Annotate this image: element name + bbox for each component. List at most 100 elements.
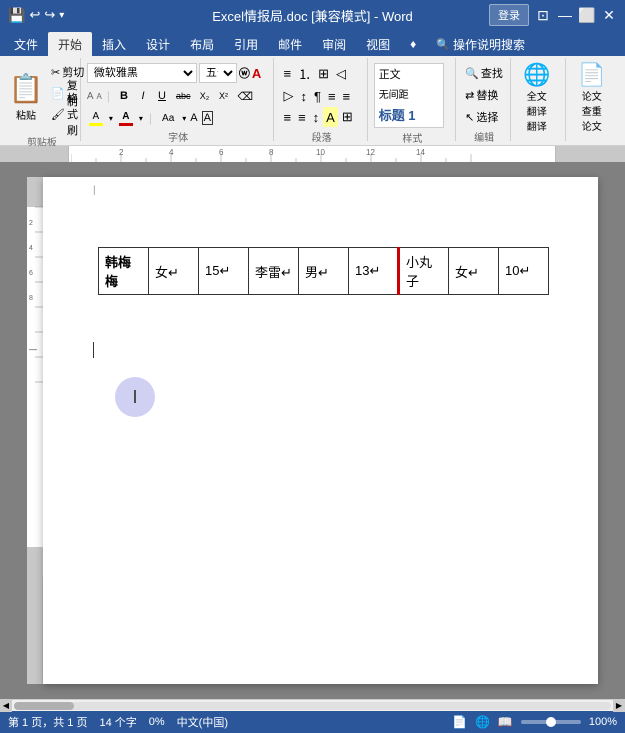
styles-group: 正文 无间距 标题 1 样式 — [370, 58, 456, 141]
aa-dropdown[interactable]: ▾ — [182, 114, 186, 123]
login-button[interactable]: 登录 — [489, 4, 529, 26]
language-indicator: 中文(中国) — [177, 714, 228, 730]
tab-mailings[interactable]: 邮件 — [268, 32, 312, 56]
ruler-left-margin — [0, 146, 69, 162]
aa-button[interactable]: Aa — [158, 109, 178, 127]
tab-help-search[interactable]: 🔍 操作说明搜索 — [426, 32, 535, 56]
highlight-color-button[interactable]: A — [87, 110, 105, 127]
justify-button[interactable]: ≡ — [295, 107, 309, 127]
view-read-icon[interactable]: 📖 — [498, 715, 513, 729]
table-cell-gender1[interactable]: 女↵ — [149, 248, 199, 295]
strikethrough-button[interactable]: abc — [172, 87, 195, 105]
undo-icon[interactable]: ↩ — [29, 7, 40, 23]
clear-format-button[interactable]: ⌫ — [234, 87, 258, 105]
close-button[interactable]: ✕ — [601, 7, 617, 23]
font-size-select[interactable]: 五号 — [199, 63, 237, 83]
tab-references[interactable]: 引用 — [224, 32, 268, 56]
qa-dropdown-icon[interactable]: ▾ — [59, 10, 64, 21]
align-left-button[interactable]: ≡ — [325, 86, 339, 106]
select-button[interactable]: ↖ 选择 — [462, 107, 506, 127]
table-cell-gender2[interactable]: 男↵ — [299, 248, 349, 295]
scroll-track[interactable] — [14, 702, 611, 710]
expand-icon[interactable]: ⊡ — [535, 7, 551, 23]
horizontal-scrollbar[interactable]: ◀ ▶ — [0, 699, 625, 711]
view-web-icon[interactable]: 🌐 — [475, 715, 490, 729]
font-color-dropdown[interactable]: ▾ — [139, 114, 143, 123]
font-color-icon: A — [122, 111, 129, 122]
zoom-thumb — [546, 717, 556, 727]
decrease-indent-button[interactable]: ◁ — [333, 62, 349, 85]
svg-text:14: 14 — [416, 148, 425, 157]
find-button[interactable]: 🔍 查找 — [462, 63, 506, 83]
view-print-icon[interactable]: 📄 — [452, 715, 467, 729]
italic-button[interactable]: I — [134, 87, 152, 105]
font-group: 微软雅黑 五号 ⓦ A A A | B I U abc X₂ X² ⌫ — [83, 58, 275, 141]
style-h1[interactable]: 标题 1 — [375, 103, 443, 126]
tab-view[interactable]: 视图 — [356, 32, 400, 56]
table-cell-name2[interactable]: 李雷↵ — [249, 248, 299, 295]
highlight-dropdown[interactable]: ▾ — [109, 114, 113, 123]
paste-button[interactable]: 📋 粘贴 — [8, 62, 44, 132]
align-right-button[interactable]: ≡ — [280, 107, 294, 127]
scroll-right-button[interactable]: ▶ — [613, 700, 625, 712]
table-cell-name1[interactable]: 韩梅梅 — [99, 248, 149, 295]
tab-file[interactable]: 文件 — [4, 32, 48, 56]
paste-icon: 📋 — [9, 72, 44, 105]
styles-gallery[interactable]: 正文 无间距 标题 1 — [374, 63, 444, 128]
tab-review[interactable]: 审阅 — [312, 32, 356, 56]
table-cell-age1[interactable]: 15↵ — [199, 248, 249, 295]
underline-button[interactable]: U — [153, 87, 171, 105]
font-name-select[interactable]: 微软雅黑 — [87, 63, 197, 83]
replace-button[interactable]: ⇄ 替换 — [462, 85, 506, 105]
show-hide-button[interactable]: ¶ — [311, 86, 324, 106]
style-normal[interactable]: 正文 — [375, 64, 443, 84]
bold-button[interactable]: B — [115, 87, 133, 105]
tab-layout[interactable]: 布局 — [180, 32, 224, 56]
style-no-spacing[interactable]: 无间距 — [375, 84, 443, 103]
ibeam-cursor-overlay: I — [115, 377, 155, 417]
ruler-content: 2 4 6 8 10 12 14 — [69, 146, 556, 162]
subscript-button[interactable]: X₂ — [196, 87, 214, 105]
minimize-button[interactable]: — — [557, 7, 573, 23]
paper-icon: 📄 — [578, 62, 605, 88]
borders-button[interactable]: ⊞ — [339, 107, 356, 127]
tab-home[interactable]: 开始 — [48, 32, 92, 56]
char-shading-icon: A — [190, 112, 197, 124]
increase-indent-button[interactable]: ▷ — [280, 86, 296, 106]
tab-addon[interactable]: ♦ — [400, 32, 426, 56]
line-spacing-button[interactable]: ↕ — [310, 107, 323, 127]
svg-text:6: 6 — [29, 270, 33, 277]
scroll-left-button[interactable]: ◀ — [0, 700, 12, 712]
find-icon: 🔍 — [465, 67, 479, 80]
replace-icon: ⇄ — [465, 89, 474, 102]
window-title: Excel情报局.doc [兼容模式] - Word — [212, 6, 413, 25]
translate-button[interactable]: 🌐 全文 翻译 翻译 — [517, 63, 556, 131]
sort-button[interactable]: ↕ — [297, 86, 310, 106]
cut-icon: ✂ — [51, 66, 60, 79]
table-cell-name3[interactable]: 小丸子 — [399, 248, 449, 295]
table-cell-age2[interactable]: 13↵ — [349, 248, 399, 295]
multilevel-button[interactable]: ⊞ — [315, 62, 332, 85]
document-area: 2 4 6 8 — | 韩梅梅 女↵ 15↵ 李雷↵ 男 — [0, 162, 625, 699]
ribbon-content: 📋 粘贴 ✂ 剪切 📄 复制 🖌 格式刷 剪贴板 — [0, 56, 625, 146]
tab-design[interactable]: 设计 — [136, 32, 180, 56]
font-color-button[interactable]: A — [117, 110, 135, 127]
save-icon[interactable]: 💾 — [8, 7, 25, 24]
select-icon: ↖ — [465, 111, 474, 124]
tab-insert[interactable]: 插入 — [92, 32, 136, 56]
word-count: 14 个字 — [99, 714, 136, 730]
superscript-button[interactable]: X² — [215, 87, 233, 105]
redo-icon[interactable]: ↪ — [44, 7, 55, 23]
table-cell-age3[interactable]: 10↵ — [499, 248, 549, 295]
grow-label: A — [87, 91, 94, 102]
paper-check-button[interactable]: 📄 论文 查重 论文 — [572, 63, 611, 131]
table-cell-gender3[interactable]: 女↵ — [449, 248, 499, 295]
shading-button[interactable]: A — [323, 107, 338, 127]
svg-text:—: — — [29, 345, 37, 354]
scroll-thumb[interactable] — [14, 702, 74, 710]
numbering-button[interactable]: ⒈ — [295, 62, 314, 85]
maximize-button[interactable]: ⬜ — [579, 7, 595, 23]
align-center-button[interactable]: ≡ — [340, 86, 354, 106]
bullets-button[interactable]: ≡ — [280, 62, 294, 85]
format-painter-button[interactable]: 🖌 格式刷 — [48, 104, 88, 124]
